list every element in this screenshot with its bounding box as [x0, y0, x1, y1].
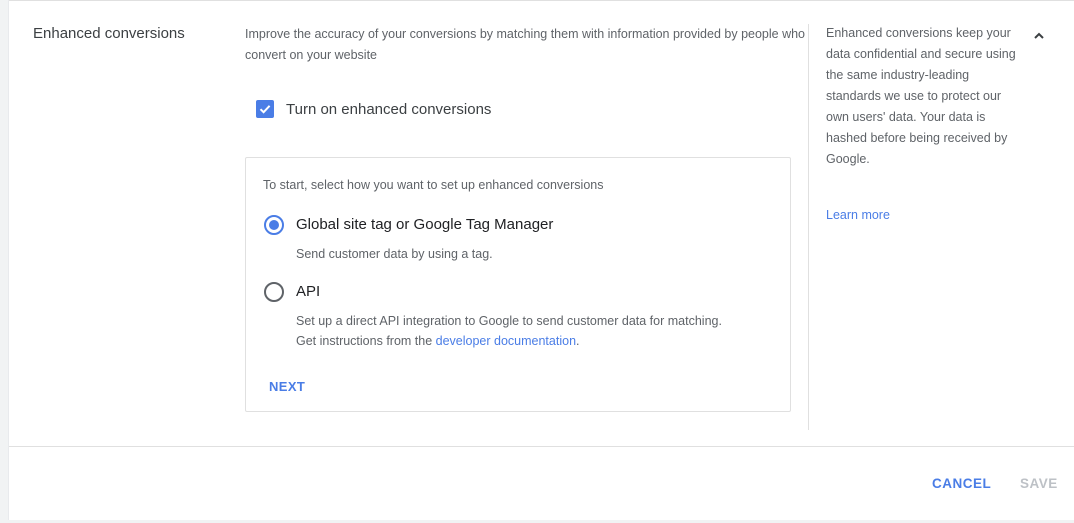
save-button: SAVE	[1020, 476, 1058, 491]
enhanced-conversions-toggle[interactable]: Turn on enhanced conversions	[256, 100, 491, 118]
enhanced-conversions-panel: Enhanced conversions Improve the accurac…	[8, 0, 1074, 520]
cancel-button[interactable]: CANCEL	[932, 476, 991, 491]
description-text: Get instructions from the	[296, 334, 436, 348]
radio-api[interactable]	[264, 282, 284, 302]
next-button[interactable]: NEXT	[269, 379, 305, 394]
learn-more-link[interactable]: Learn more	[826, 208, 890, 222]
footer-divider	[9, 446, 1074, 447]
section-intro: Improve the accuracy of your conversions…	[245, 27, 806, 62]
help-text: Enhanced conversions keep your data conf…	[826, 26, 1016, 166]
option-description-line: Get instructions from the developer docu…	[296, 331, 796, 351]
collapse-button[interactable]	[1027, 24, 1051, 48]
option-label: Global site tag or Google Tag Manager	[296, 216, 554, 233]
option-description: Send customer data by using a tag.	[296, 247, 493, 261]
option-label: API	[296, 283, 321, 300]
chevron-up-icon	[1034, 32, 1044, 39]
developer-documentation-link[interactable]: developer documentation	[436, 334, 576, 348]
vertical-divider	[808, 24, 809, 430]
checkbox-label: Turn on enhanced conversions	[286, 100, 492, 118]
description-text: .	[576, 334, 580, 348]
section-title: Enhanced conversions	[33, 25, 185, 42]
option-description-line: Set up a direct API integration to Googl…	[296, 314, 722, 328]
setup-method-card: To start, select how you want to set up …	[245, 157, 791, 412]
option-description: Set up a direct API integration to Googl…	[296, 311, 796, 351]
check-icon	[259, 105, 271, 114]
checkbox[interactable]	[256, 100, 274, 118]
setup-prompt: To start, select how you want to set up …	[263, 178, 604, 192]
top-divider	[9, 0, 1074, 1]
radio-global-site-tag[interactable]	[264, 215, 284, 235]
